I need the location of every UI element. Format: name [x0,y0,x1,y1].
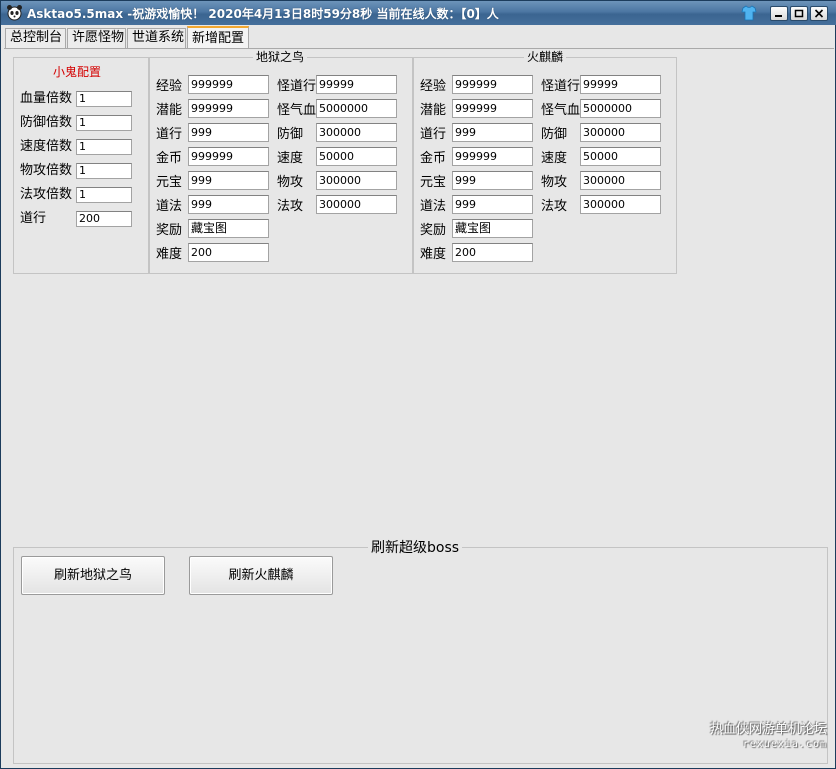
close-icon [814,9,824,18]
qilin-label-difficulty: 难度 [420,247,447,262]
qilin-mag-atk-input[interactable]: 300000 [580,195,661,214]
minion-dao-input[interactable]: 200 [76,211,132,227]
close-button[interactable] [810,6,828,21]
qilin-dao-input[interactable]: 999 [452,123,533,142]
bird-label-gold: 金币 [156,151,183,166]
minion-def-multiplier-input[interactable]: 1 [76,115,132,131]
qilin-reward-input[interactable]: 藏宝图 [452,219,533,238]
refresh-hell-bird-button[interactable]: 刷新地狱之鸟 [21,556,165,595]
bird-label-exp: 经验 [156,79,183,94]
qilin-label-gold: 金币 [420,151,447,166]
main-window: Asktao5.5max -祝游戏愉快！ 2020年4月13日8时59分8秒 当… [0,0,836,769]
bird-reward-input[interactable]: 藏宝图 [188,219,269,238]
qilin-label-monster-dao: 怪道行 [541,79,581,94]
tab-new-config[interactable]: 新增配置 [187,26,249,49]
bird-difficulty-input[interactable]: 200 [188,243,269,262]
qilin-label-ingot: 元宝 [420,175,447,190]
maximize-button[interactable] [790,6,808,21]
skin-tshirt-icon[interactable] [741,5,757,21]
bird-daofa-input[interactable]: 999 [188,195,269,214]
minimize-button[interactable] [770,6,788,21]
bird-label-def: 防御 [277,127,304,142]
minion-label-speed: 速度倍数 [20,139,73,154]
minimize-icon [775,15,782,17]
bird-label-monster-hp: 怪气血 [277,103,317,118]
hell-bird-title: 地狱之鸟 [253,50,308,64]
qilin-label-monster-hp: 怪气血 [541,103,581,118]
bird-monster-hp-input[interactable]: 5000000 [316,99,397,118]
qilin-monster-dao-input[interactable]: 99999 [580,75,661,94]
qilin-label-potential: 潜能 [420,103,447,118]
watermark: 热血侠网游单机论坛 rexuexia.com [710,722,827,752]
qilin-label-mag-atk: 法攻 [541,199,568,214]
bird-label-monster-dao: 怪道行 [277,79,317,94]
bird-label-speed: 速度 [277,151,304,166]
qilin-label-def: 防御 [541,127,568,142]
bird-exp-input[interactable]: 999999 [188,75,269,94]
watermark-forum-name: 热血侠网游单机论坛 [709,722,827,737]
qilin-speed-input[interactable]: 50000 [580,147,661,166]
qilin-gold-input[interactable]: 999999 [452,147,533,166]
minion-mag-atk-multiplier-input[interactable]: 1 [76,187,132,203]
bird-def-input[interactable]: 300000 [316,123,397,142]
bird-label-reward: 奖励 [156,223,183,238]
minion-speed-multiplier-input[interactable]: 1 [76,139,132,155]
qilin-label-dao: 道行 [420,127,447,142]
qilin-daofa-input[interactable]: 999 [452,195,533,214]
bird-ingot-input[interactable]: 999 [188,171,269,190]
app-panda-icon [7,5,22,21]
bird-phys-atk-input[interactable]: 300000 [316,171,397,190]
bird-label-difficulty: 难度 [156,247,183,262]
qilin-potential-input[interactable]: 999999 [452,99,533,118]
minion-label-mag-atk: 法攻倍数 [20,187,73,202]
qilin-exp-input[interactable]: 999999 [452,75,533,94]
bird-label-daofa: 道法 [156,199,183,214]
title-bar[interactable]: Asktao5.5max -祝游戏愉快！ 2020年4月13日8时59分8秒 当… [1,1,836,25]
bird-label-phys-atk: 物攻 [277,175,304,190]
qilin-phys-atk-input[interactable]: 300000 [580,171,661,190]
qilin-label-daofa: 道法 [420,199,447,214]
qilin-label-reward: 奖励 [420,223,447,238]
bird-label-dao: 道行 [156,127,183,142]
tab-world-system[interactable]: 世道系统 [127,28,186,48]
refresh-fire-qilin-button[interactable]: 刷新火麒麟 [189,556,333,595]
qilin-label-exp: 经验 [420,79,447,94]
qilin-label-speed: 速度 [541,151,568,166]
minion-label-dao: 道行 [20,211,47,226]
refresh-boss-title: 刷新超级boss [368,539,463,557]
minion-label-def: 防御倍数 [20,115,73,130]
fire-qilin-title: 火麒麟 [524,50,567,64]
bird-mag-atk-input[interactable]: 300000 [316,195,397,214]
minion-hp-multiplier-input[interactable]: 1 [76,91,132,107]
bird-gold-input[interactable]: 999999 [188,147,269,166]
bird-potential-input[interactable]: 999999 [188,99,269,118]
minion-phys-atk-multiplier-input[interactable]: 1 [76,163,132,179]
tab-wish-monster[interactable]: 许愿怪物 [67,28,126,48]
minion-label-hp: 血量倍数 [20,91,73,106]
minion-label-phys-atk: 物攻倍数 [20,163,73,178]
window-title: Asktao5.5max -祝游戏愉快！ 2020年4月13日8时59分8秒 当… [27,7,499,21]
minion-config-title: 小鬼配置 [53,65,102,79]
watermark-site: rexuexia.com [742,739,827,750]
tab-console[interactable]: 总控制台 [5,28,66,48]
bird-dao-input[interactable]: 999 [188,123,269,142]
qilin-monster-hp-input[interactable]: 5000000 [580,99,661,118]
bird-label-potential: 潜能 [156,103,183,118]
bird-label-ingot: 元宝 [156,175,183,190]
tab-bar: 总控制台 许愿怪物 世道系统 新增配置 [5,26,835,49]
qilin-def-input[interactable]: 300000 [580,123,661,142]
qilin-label-phys-atk: 物攻 [541,175,568,190]
bird-label-mag-atk: 法攻 [277,199,304,214]
qilin-difficulty-input[interactable]: 200 [452,243,533,262]
qilin-ingot-input[interactable]: 999 [452,171,533,190]
bird-monster-dao-input[interactable]: 99999 [316,75,397,94]
bird-speed-input[interactable]: 50000 [316,147,397,166]
maximize-icon [794,9,804,18]
